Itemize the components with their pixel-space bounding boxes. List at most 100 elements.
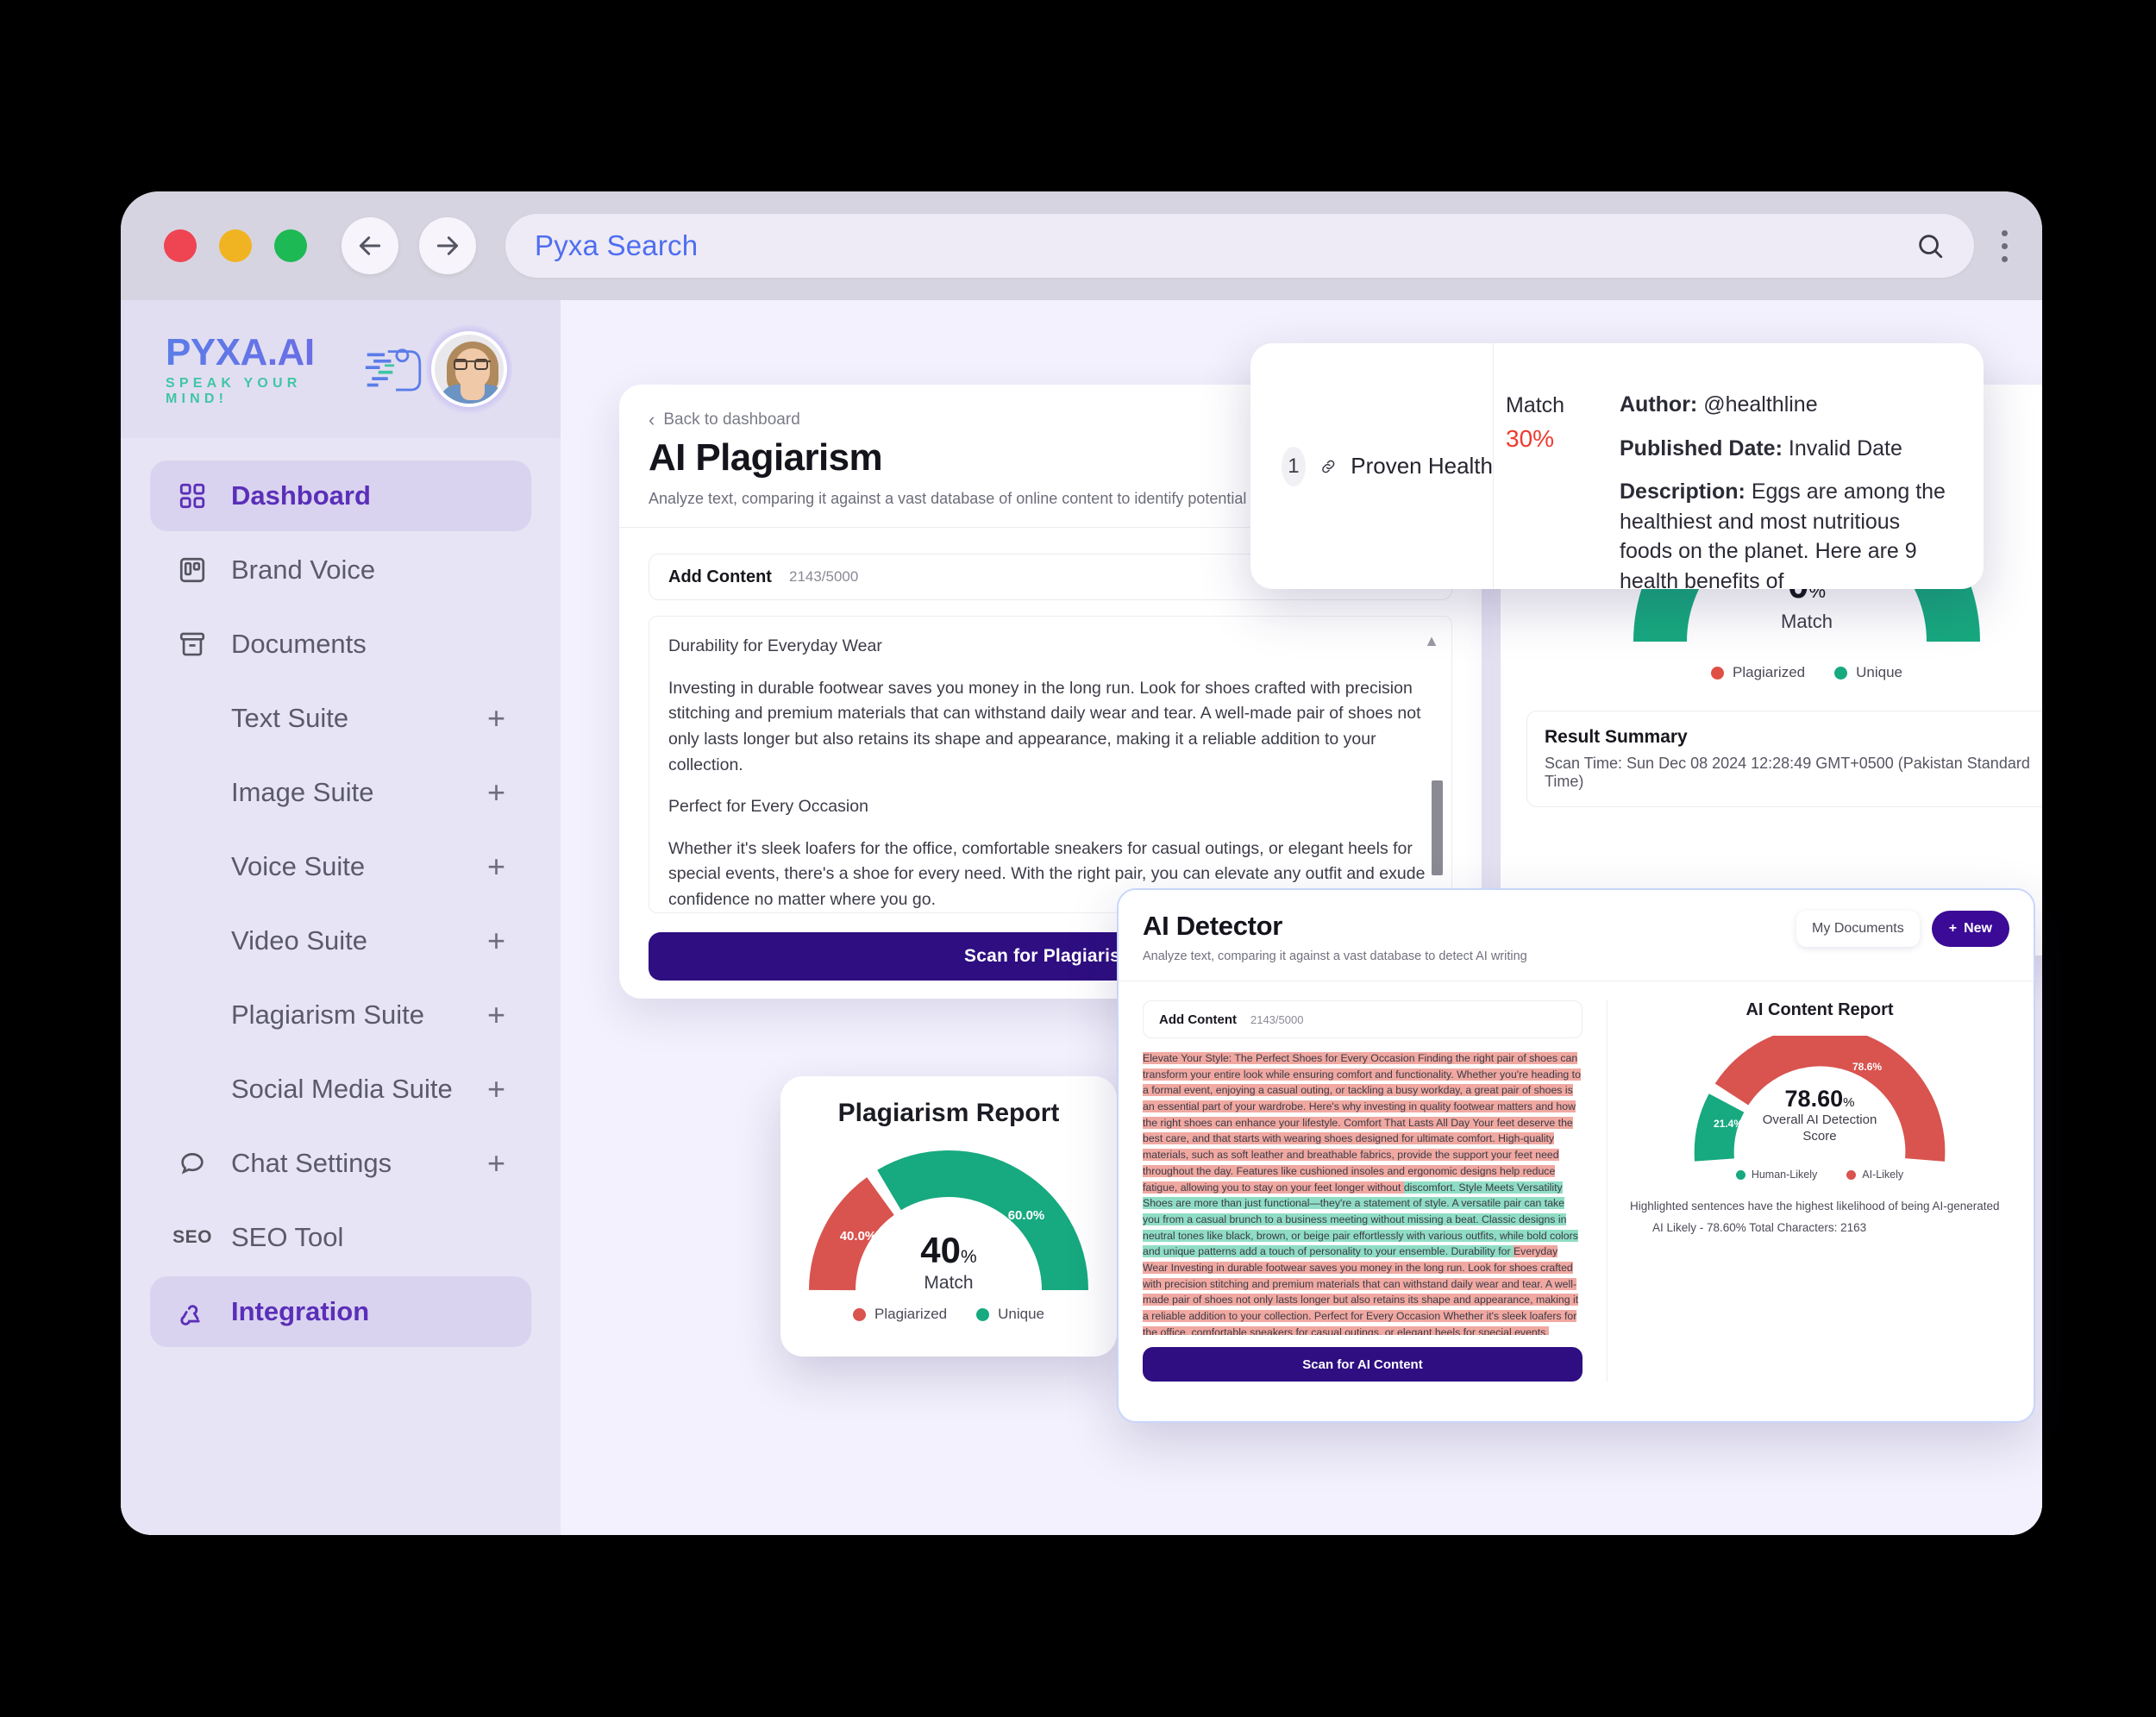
chat-icon [176, 1147, 209, 1180]
sidebar-item-label: Chat Settings [231, 1148, 392, 1178]
avatar[interactable] [430, 331, 507, 407]
my-documents-button[interactable]: My Documents [1796, 911, 1920, 947]
search-icon[interactable] [1915, 231, 1945, 260]
gauge-caption: Match [924, 1273, 974, 1293]
add-content-header: Add Content 2143/5000 [1143, 1000, 1583, 1038]
expand-icon[interactable]: + [487, 1148, 505, 1179]
editor-scrollbar[interactable] [1432, 780, 1443, 875]
floating-plagiarism-gauge: 40.0% 60.0% 40% Match [806, 1150, 1091, 1297]
expand-icon[interactable]: + [487, 925, 505, 956]
legend-item-plagiarized: Plagiarized [853, 1306, 947, 1323]
expand-icon[interactable]: + [487, 703, 505, 734]
match-label: Match [1506, 393, 1565, 417]
published-value: Invalid Date [1788, 436, 1902, 461]
sidebar-item-brand-voice[interactable]: Brand Voice [150, 535, 531, 605]
brand-tagline: SPEAK YOUR MIND! [166, 376, 302, 406]
forward-button[interactable] [419, 217, 476, 274]
webhook-icon [176, 1295, 209, 1328]
gauge-top-label: 78.6% [1852, 1061, 1882, 1073]
brand-logo: PYXA.AI SPEAK YOUR MIND! [166, 331, 357, 407]
description-label: Description: [1620, 479, 1745, 504]
sidebar-item-social-media-suite[interactable]: Social Media Suite + [150, 1054, 531, 1125]
sidebar-item-voice-suite[interactable]: Voice Suite + [150, 831, 531, 902]
highlight-segment-ai: comfortable sneakers for casual outings,… [1143, 1325, 1572, 1335]
sidebar-item-label: Dashboard [231, 480, 371, 511]
editor-paragraph: Durability for Everyday Wear [668, 636, 882, 655]
sidebar-item-documents[interactable]: Documents [150, 609, 531, 680]
scroll-up-icon[interactable]: ▲ [1424, 632, 1439, 650]
maximize-window-button[interactable] [274, 229, 307, 262]
legend-bullet [1735, 1169, 1745, 1180]
seo-icon: SEO [172, 1227, 212, 1247]
back-button[interactable] [342, 217, 398, 274]
source-name[interactable]: Proven Health [1351, 453, 1493, 479]
sidebar-item-label: Plagiarism Suite [231, 999, 424, 1030]
sidebar-item-image-suite[interactable]: Image Suite + [150, 757, 531, 828]
floating-report-title: Plagiarism Report [837, 1099, 1060, 1127]
sidebar-item-seo-tool[interactable]: SEO SEO Tool [150, 1202, 531, 1273]
legend-item-ai-likely: AI-Likely [1846, 1169, 1903, 1181]
link-icon[interactable] [1319, 452, 1338, 481]
legend-bullet [1834, 666, 1848, 680]
legend-label: Plagiarized [874, 1306, 948, 1322]
sidebar-item-chat-settings[interactable]: Chat Settings + [150, 1128, 531, 1199]
sidebar-item-label: Video Suite [231, 925, 367, 956]
highlight-segment-ai: Everyday Wear Investing in durable footw… [1143, 1245, 1579, 1335]
arrow-left-icon [359, 236, 381, 255]
author-label: Author: [1620, 392, 1698, 417]
expand-icon[interactable]: + [487, 851, 505, 882]
character-counter: 2143/5000 [1250, 1012, 1304, 1026]
character-counter: 2143/5000 [788, 568, 859, 585]
sidebar-item-label: SEO Tool [231, 1222, 344, 1252]
author-line: Author: @healthline [1620, 390, 1958, 420]
match-percentage: 30% [1506, 425, 1555, 452]
sidebar-item-label: Brand Voice [231, 555, 376, 585]
expand-icon[interactable]: + [487, 999, 505, 1031]
legend-bullet [1711, 666, 1724, 680]
gauge-unit: % [1843, 1095, 1855, 1110]
content-editor[interactable]: Durability for Everyday Wear Investing i… [649, 616, 1452, 913]
expand-icon[interactable]: + [487, 1074, 505, 1105]
expand-icon[interactable]: + [487, 777, 505, 808]
sidebar-item-label: Text Suite [231, 703, 349, 733]
ai-content-report-column: AI Content Report 21.4% 78.6% 78.60% Ove… [1607, 1000, 2009, 1382]
brand-name: PYXA.AI [166, 331, 357, 374]
sidebar-item-text-suite[interactable]: Text Suite + [150, 683, 531, 754]
sidebar-item-plagiarism-suite[interactable]: Plagiarism Suite + [150, 980, 531, 1050]
legend-item-plagiarized: Plagiarized [1711, 664, 1805, 681]
gauge-unit: % [961, 1247, 977, 1267]
popup-match-column: Match 30% [1494, 343, 1606, 589]
gauge-center-value: 40% Match [806, 1230, 1091, 1294]
editor-paragraph: Perfect for Every Occasion [668, 797, 868, 817]
close-window-button[interactable] [164, 229, 197, 262]
legend-item-human-likely: Human-Likely [1735, 1169, 1817, 1181]
legend-bullet [1846, 1169, 1857, 1180]
published-line: Published Date: Invalid Date [1620, 434, 1958, 464]
gauge-center-value: 78.60% Overall AI Detection Score [1690, 1086, 1949, 1145]
description-line: Description: Eggs are among the healthie… [1620, 477, 1958, 589]
window-controls [164, 229, 307, 262]
ai-face-logo-icon [365, 348, 421, 392]
sidebar-item-video-suite[interactable]: Video Suite + [150, 905, 531, 976]
navigation-buttons [342, 217, 476, 274]
browser-menu-button[interactable] [1991, 229, 2008, 262]
new-button-label: New [1964, 921, 1992, 936]
legend-bullet [976, 1307, 990, 1321]
ai-report-stats: AI Likely - 78.60% Total Characters: 216… [1652, 1221, 1867, 1234]
legend-label: AI-Likely [1862, 1169, 1904, 1181]
address-bar-text[interactable]: Pyxa Search [535, 229, 1915, 262]
scan-for-ai-content-button[interactable]: Scan for AI Content [1143, 1347, 1583, 1382]
sidebar-item-integration[interactable]: Integration [150, 1276, 531, 1347]
highlighted-content[interactable]: Elevate Your Style: The Perfect Shoes fo… [1143, 1050, 1583, 1335]
sidebar-item-dashboard[interactable]: Dashboard [150, 461, 531, 531]
legend-label: Plagiarized [1733, 664, 1806, 680]
address-bar[interactable]: Pyxa Search [505, 214, 1974, 278]
plus-icon: + [1948, 921, 1958, 936]
minimize-window-button[interactable] [219, 229, 252, 262]
new-button[interactable]: + New [1931, 911, 2009, 947]
gauge-caption-line-1: Overall AI Detection [1762, 1112, 1877, 1127]
gauge-legend: Plagiarized Unique [1526, 664, 2042, 681]
legend-bullet [853, 1307, 866, 1321]
ai-detection-gauge: 21.4% 78.6% 78.60% Overall AI Detection … [1690, 1026, 1949, 1165]
popup-meta-column: Author: @healthline Published Date: Inva… [1606, 343, 1984, 589]
